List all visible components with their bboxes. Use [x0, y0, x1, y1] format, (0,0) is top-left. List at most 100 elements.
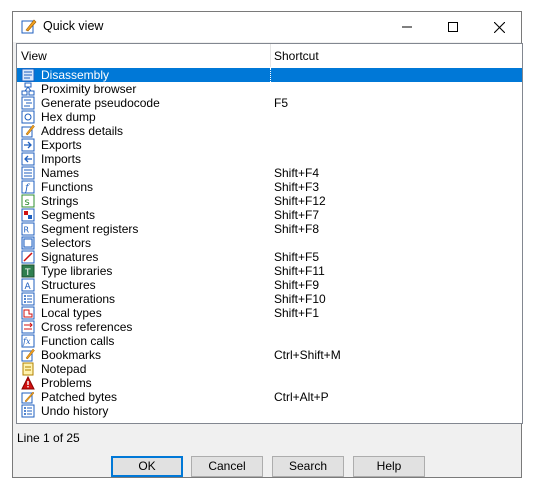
- list-item[interactable]: Disassembly: [17, 68, 522, 82]
- item-name: Address details: [41, 124, 124, 138]
- item-name: Imports: [41, 152, 82, 166]
- selectors-icon: [21, 236, 35, 250]
- names-icon: [21, 166, 35, 180]
- item-name: Bookmarks: [41, 348, 102, 362]
- item-name: Segment registers: [41, 222, 139, 236]
- list-item[interactable]: Selectors: [17, 236, 522, 250]
- maximize-button[interactable]: [430, 12, 476, 42]
- imports-icon: [21, 152, 35, 166]
- item-name: Strings: [41, 194, 79, 208]
- strings-icon: s: [21, 194, 35, 208]
- svg-text:A: A: [25, 282, 32, 292]
- svg-text:fx: fx: [22, 337, 31, 346]
- item-name: Hex dump: [41, 110, 96, 124]
- svg-text:R: R: [24, 226, 30, 235]
- item-name: Segments: [41, 208, 96, 222]
- list-item[interactable]: f Functions Shift+F3: [17, 180, 522, 194]
- enumerations-icon: [21, 292, 35, 306]
- disassembly-icon: [21, 68, 35, 82]
- minimize-button[interactable]: [384, 12, 430, 42]
- item-shortcut: Shift+F3: [274, 180, 320, 194]
- item-shortcut: Shift+F9: [274, 278, 320, 292]
- list-item[interactable]: Address details: [17, 124, 522, 138]
- list-item[interactable]: Generate pseudocode F5: [17, 96, 522, 110]
- item-name: Names: [41, 166, 80, 180]
- close-button[interactable]: [476, 12, 522, 42]
- segment-registers-icon: R: [21, 222, 35, 236]
- item-name: Selectors: [41, 236, 92, 250]
- quick-view-list[interactable]: View Shortcut Disassembly Proximity brows…: [16, 43, 523, 424]
- ok-button[interactable]: OK: [111, 456, 183, 477]
- item-shortcut: Shift+F12: [274, 194, 326, 208]
- list-item[interactable]: A Structures Shift+F9: [17, 278, 522, 292]
- list-item[interactable]: Hex dump: [17, 110, 522, 124]
- status-text: Line 1 of 25: [17, 431, 80, 445]
- bookmarks-icon: [21, 348, 35, 362]
- item-name: Patched bytes: [41, 390, 118, 404]
- item-shortcut: Ctrl+Shift+M: [274, 348, 341, 362]
- hex-icon: [21, 110, 35, 124]
- cancel-button[interactable]: Cancel: [191, 456, 263, 477]
- item-shortcut: Shift+F5: [274, 250, 320, 264]
- item-name: Generate pseudocode: [41, 96, 160, 110]
- item-name: Disassembly: [41, 68, 110, 82]
- list-item[interactable]: Local types Shift+F1: [17, 306, 522, 320]
- window-title: Quick view: [43, 19, 104, 33]
- item-name: Signatures: [41, 250, 99, 264]
- list-item[interactable]: Proximity browser: [17, 82, 522, 96]
- item-name: Cross references: [41, 320, 133, 334]
- list-item[interactable]: fx Function calls: [17, 334, 522, 348]
- item-shortcut: Shift+F7: [274, 208, 320, 222]
- item-shortcut: F5: [274, 96, 289, 110]
- item-shortcut: Shift+F11: [274, 264, 325, 278]
- list-item[interactable]: T Type libraries Shift+F11: [17, 264, 522, 278]
- list-item[interactable]: Exports: [17, 138, 522, 152]
- exports-icon: [21, 138, 35, 152]
- list-item[interactable]: Undo history: [17, 404, 522, 418]
- list-item[interactable]: Bookmarks Ctrl+Shift+M: [17, 348, 522, 362]
- list-item[interactable]: Names Shift+F4: [17, 166, 522, 180]
- signatures-icon: [21, 250, 35, 264]
- item-name: Undo history: [41, 404, 109, 418]
- list-item[interactable]: Problems: [17, 376, 522, 390]
- list-item[interactable]: Patched bytes Ctrl+Alt+P: [17, 390, 522, 404]
- list-item[interactable]: Imports: [17, 152, 522, 166]
- undo-history-icon: [21, 404, 35, 418]
- list-item[interactable]: Cross references: [17, 320, 522, 334]
- item-name: Local types: [41, 306, 102, 320]
- item-name: Structures: [41, 278, 96, 292]
- item-name: Exports: [41, 138, 82, 152]
- list-item[interactable]: Enumerations Shift+F10: [17, 292, 522, 306]
- item-shortcut: Shift+F10: [274, 292, 326, 306]
- list-item[interactable]: Notepad: [17, 362, 522, 376]
- list-item[interactable]: Signatures Shift+F5: [17, 250, 522, 264]
- item-shortcut: Shift+F8: [274, 222, 320, 236]
- item-name: Type libraries: [41, 264, 113, 278]
- item-name: Problems: [41, 376, 92, 390]
- column-header-shortcut[interactable]: Shortcut: [274, 49, 319, 63]
- quick-view-icon: [21, 19, 37, 34]
- item-name: Notepad: [41, 362, 87, 376]
- column-divider[interactable]: [270, 44, 271, 67]
- search-button[interactable]: Search: [272, 456, 344, 477]
- item-shortcut: Shift+F4: [274, 166, 320, 180]
- list-item[interactable]: Segments Shift+F7: [17, 208, 522, 222]
- minimize-icon: [402, 26, 412, 28]
- item-name: Functions: [41, 180, 94, 194]
- patched-bytes-icon: [21, 391, 35, 404]
- item-name: Proximity browser: [41, 82, 137, 96]
- local-types-icon: [21, 306, 35, 320]
- proximity-icon: [21, 82, 35, 96]
- item-name: Function calls: [41, 334, 115, 348]
- notepad-icon: [22, 362, 34, 376]
- item-name: Enumerations: [41, 292, 116, 306]
- function-calls-icon: fx: [21, 334, 35, 348]
- type-libraries-icon: T: [21, 264, 35, 278]
- close-icon: [493, 21, 505, 33]
- svg-text:T: T: [24, 268, 31, 278]
- list-item[interactable]: R Segment registers Shift+F8: [17, 222, 522, 236]
- list-item[interactable]: s Strings Shift+F12: [17, 194, 522, 208]
- column-header-view[interactable]: View: [21, 49, 47, 63]
- item-shortcut: Shift+F1: [274, 306, 320, 320]
- help-button[interactable]: Help: [353, 456, 425, 477]
